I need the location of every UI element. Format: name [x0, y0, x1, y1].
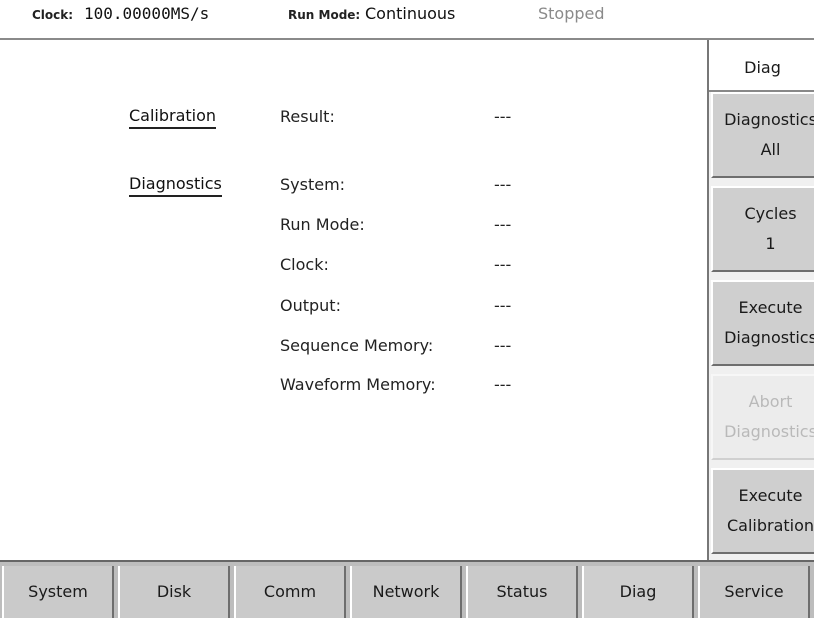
output-value: --- [494, 296, 512, 315]
output-label: Output: [280, 296, 341, 315]
execute-calibration-button[interactable]: Execute Calibration [711, 468, 814, 554]
system-value: --- [494, 175, 512, 194]
run-status: Stopped [538, 4, 605, 23]
side-menu: Diag Diagnostics All Cycles 1 Execute Di… [707, 40, 814, 560]
diagnostics-heading: Diagnostics [129, 174, 222, 197]
tab-diag[interactable]: Diag [582, 566, 694, 618]
clock-diag-value: --- [494, 255, 512, 274]
sequence-memory-label: Sequence Memory: [280, 336, 434, 355]
result-label: Result: [280, 107, 335, 126]
waveform-memory-value: --- [494, 375, 512, 394]
abort-diagnostics-button: Abort Diagnostics [711, 374, 814, 460]
waveform-memory-label: Waveform Memory: [280, 375, 436, 394]
tab-disk[interactable]: Disk [118, 566, 230, 618]
button-label-2: Diagnostics [724, 328, 814, 347]
execute-diagnostics-button[interactable]: Execute Diagnostics [711, 280, 814, 366]
button-label: Abort [748, 392, 793, 411]
run-mode-value: Continuous [365, 4, 456, 23]
status-bar: Clock: 100.00000MS/s Run Mode: Continuou… [0, 0, 814, 40]
button-label: Execute [738, 298, 803, 317]
run-mode-diag-value: --- [494, 215, 512, 234]
button-label: Cycles [744, 204, 797, 223]
button-label-2: Diagnostics [724, 422, 814, 441]
button-value: 1 [765, 234, 776, 253]
tab-network[interactable]: Network [350, 566, 462, 618]
bottom-menu-bar: System Disk Comm Network Status Diag Ser… [0, 560, 814, 618]
cycles-button[interactable]: Cycles 1 [711, 186, 814, 272]
button-label: Execute [738, 486, 803, 505]
system-label: System: [280, 175, 346, 194]
run-mode-diag-label: Run Mode: [280, 215, 365, 234]
tab-comm[interactable]: Comm [234, 566, 346, 618]
clock-label: Clock: [32, 8, 74, 22]
diag-panel: Calibration Diagnostics Result: --- Syst… [0, 40, 707, 560]
clock-diag-label: Clock: [280, 255, 329, 274]
side-menu-title: Diag [709, 40, 814, 92]
tab-status[interactable]: Status [466, 566, 578, 618]
button-label: Diagnostics [724, 110, 814, 129]
tab-service[interactable]: Service [698, 566, 810, 618]
calibration-heading: Calibration [129, 106, 217, 129]
result-value: --- [494, 107, 512, 126]
sequence-memory-value: --- [494, 336, 512, 355]
tab-system[interactable]: System [2, 566, 114, 618]
run-mode-label: Run Mode: [288, 8, 361, 22]
button-value: All [760, 140, 781, 159]
clock-value: 100.00000MS/s [84, 4, 210, 23]
button-label-2: Calibration [726, 516, 814, 535]
diagnostics-all-button[interactable]: Diagnostics All [711, 92, 814, 178]
